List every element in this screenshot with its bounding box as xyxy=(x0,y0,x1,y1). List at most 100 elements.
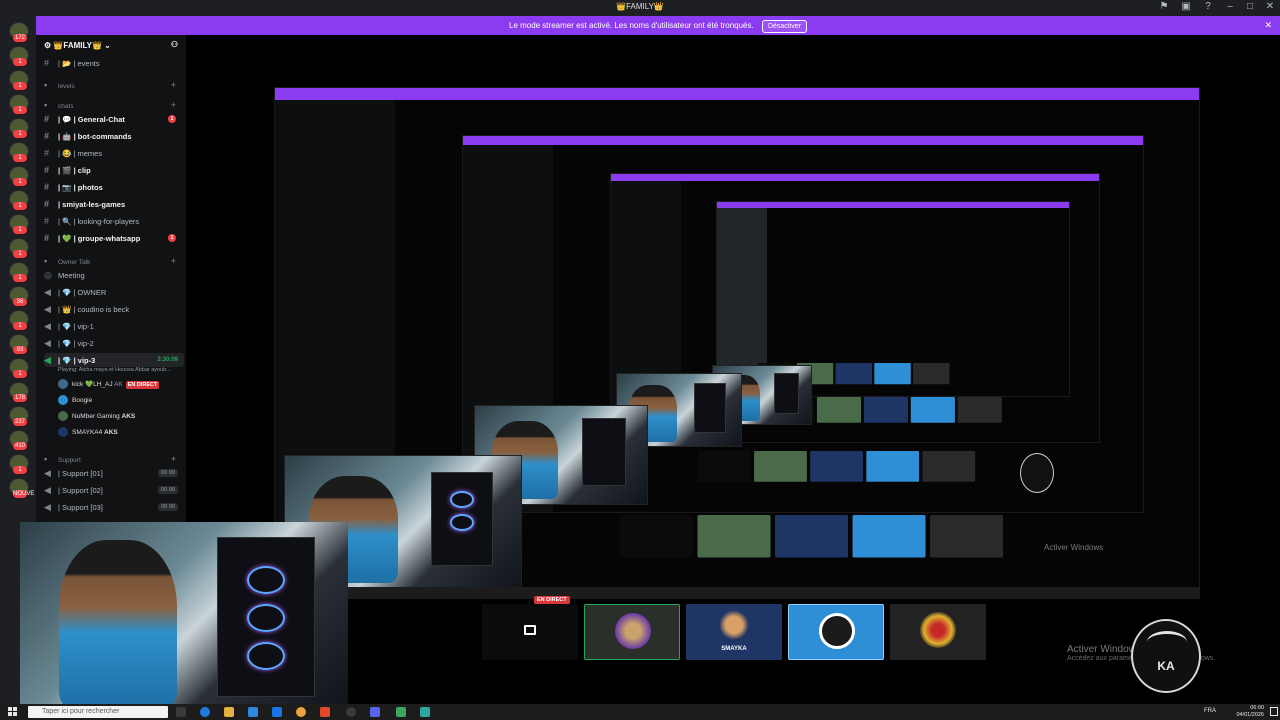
avatar xyxy=(58,411,68,422)
mention-badge: 1 xyxy=(168,234,176,242)
hash-icon: # xyxy=(44,216,50,226)
screen-icon[interactable]: ▣ xyxy=(1176,1,1196,12)
channel-smiyat-les-games[interactable]: # | smiyat-les-games xyxy=(44,197,184,211)
category-owner-talk[interactable]: ▪ Owner Talk + xyxy=(44,254,184,268)
voice-user-boogie[interactable]: Boogie xyxy=(58,394,178,408)
speaker-icon: ◀ xyxy=(44,338,51,348)
support-channel-02[interactable]: ◀ | Support [02] 00 99 xyxy=(44,483,184,497)
speaker-icon: ◀ xyxy=(44,304,51,314)
server-unread-badge: 1 xyxy=(13,250,27,258)
user-limit-pill: 00 99 xyxy=(158,469,178,477)
eagle-icon xyxy=(1147,631,1187,653)
channel-general-chat[interactable]: # | 💬 | General-Chat 1 xyxy=(44,112,184,126)
support-channel-01[interactable]: ◀ | Support [01] 00 99 xyxy=(44,466,184,480)
windows-start-icon[interactable] xyxy=(8,707,18,717)
voice-vip-2[interactable]: ◀ | 💎 | vip-2 xyxy=(44,336,184,350)
category-chats[interactable]: ▪ chats + xyxy=(44,98,184,112)
voice-user-kick[interactable]: kick 💚LH_AJ AK EN DIRECT xyxy=(58,378,178,392)
chrome-icon[interactable] xyxy=(296,707,306,717)
channel-meeting[interactable]: ◎ Meeting xyxy=(44,268,184,282)
user-limit-pill: 00 99 xyxy=(158,486,178,494)
avatar xyxy=(920,612,956,648)
close-icon[interactable]: ✕ xyxy=(1260,1,1280,12)
taskbar-search-input[interactable]: Taper ici pour rechercher xyxy=(28,706,168,718)
voice-user-number-gaming[interactable]: NuMber Gaming AKS xyxy=(58,410,178,424)
category-support[interactable]: ▪ Support + xyxy=(44,452,184,466)
taskbar-clock[interactable]: 06:00 04/01/2026 xyxy=(1236,705,1264,719)
add-channel-icon[interactable]: + xyxy=(171,78,176,92)
tile-avatar-number-gaming[interactable] xyxy=(584,604,680,660)
logo-text: KA xyxy=(1157,659,1175,673)
channel-groupe-whatsapp[interactable]: # | 💚 | groupe-whatsapp 1 xyxy=(44,231,184,245)
voice-vip-3[interactable]: ◀ | 💎 | vip-3 3:30:09 xyxy=(44,353,184,367)
nested-logo xyxy=(1020,453,1054,493)
app-icon[interactable] xyxy=(420,707,430,717)
folder-icon: ▪ xyxy=(44,100,48,110)
nested-banner xyxy=(717,202,1069,208)
banner-text: Le mode streamer est activé. Les noms d'… xyxy=(508,21,754,30)
channel-bot-commands[interactable]: # | 🤖 | bot-commands xyxy=(44,129,184,143)
channel-events[interactable]: # | 📂 | events xyxy=(44,56,184,70)
category-levels[interactable]: ▪ levels + xyxy=(44,78,184,92)
channel-memes[interactable]: # | 😂 | memes xyxy=(44,146,184,160)
chevron-down-icon: ⌄ xyxy=(104,41,111,50)
server-unread-badge: 1 xyxy=(13,178,27,186)
server-header[interactable]: ⚙ 👑FAMILY👑 ⌄ ⚇ xyxy=(36,35,186,57)
edge-icon[interactable] xyxy=(200,707,210,717)
add-member-icon[interactable]: ⚇ xyxy=(171,40,178,49)
server-unread-badge: NOUVE xyxy=(13,490,35,498)
file-explorer-icon[interactable] xyxy=(224,707,234,717)
disable-streamer-button[interactable]: Désactiver xyxy=(761,20,808,33)
add-channel-icon[interactable]: + xyxy=(171,254,176,268)
mail-icon[interactable] xyxy=(272,707,282,717)
excel-icon[interactable] xyxy=(396,707,406,717)
inbox-icon[interactable]: ⚑ xyxy=(1154,1,1174,12)
steam-icon[interactable] xyxy=(346,707,356,717)
voice-coudino[interactable]: ◀ | 👑 | coudino is beck xyxy=(44,302,184,316)
voice-owner[interactable]: ◀ | 💎 | OWNER xyxy=(44,285,184,299)
nested-banner xyxy=(275,88,1199,100)
brave-icon[interactable] xyxy=(320,707,330,717)
tile-screen-share[interactable]: EN DIRECT xyxy=(482,596,578,660)
server-unread-badge: 237 xyxy=(13,418,27,426)
folder-icon: ▪ xyxy=(44,256,48,266)
discord-icon[interactable] xyxy=(370,707,380,717)
voice-user-smayka[interactable]: SMAYKA4 AKS xyxy=(58,426,178,440)
tile-avatar-boogie[interactable] xyxy=(788,604,884,660)
banner-close-icon[interactable]: ✕ xyxy=(1264,16,1272,35)
channel-clip[interactable]: # | 🎬 | clip xyxy=(44,163,184,177)
store-icon[interactable] xyxy=(248,707,258,717)
minimize-icon[interactable]: – xyxy=(1220,1,1240,12)
hash-icon: # xyxy=(44,148,50,158)
streamer-mode-banner: Le mode streamer est activé. Les noms d'… xyxy=(36,16,1280,35)
window-titlebar: 👑FAMILY👑 ⚑ ▣ ? – □ ✕ xyxy=(0,0,1280,16)
voice-activity-status: Playing: Aicha maya et Houssa Abbar ayou… xyxy=(58,367,171,373)
help-icon[interactable]: ? xyxy=(1198,1,1218,12)
hash-icon: # xyxy=(44,58,50,68)
avatar xyxy=(58,379,68,390)
add-channel-icon[interactable]: + xyxy=(171,452,176,466)
server-unread-badge: 1 xyxy=(13,322,27,330)
window-title: 👑FAMILY👑 xyxy=(616,2,664,11)
channel-looking-for-players[interactable]: # | 🔍 | looking-for-players xyxy=(44,214,184,228)
gear-icon: ⚙ xyxy=(44,41,52,50)
task-view-icon[interactable] xyxy=(176,707,186,717)
notifications-icon[interactable] xyxy=(1270,707,1278,716)
tile-avatar-smayka[interactable]: SMAYKA xyxy=(686,604,782,660)
maximize-icon[interactable]: □ xyxy=(1240,1,1260,12)
channel-photos[interactable]: # | 📷 | photos xyxy=(44,180,184,194)
server-unread-badge: 1 xyxy=(13,82,27,90)
add-channel-icon[interactable]: + xyxy=(171,98,176,112)
hash-icon: # xyxy=(44,114,50,124)
avatar xyxy=(719,610,749,640)
avatar xyxy=(819,613,855,649)
server-unread-badge: 1 xyxy=(13,370,27,378)
support-channel-03[interactable]: ◀ | Support [03] 00 99 xyxy=(44,500,184,514)
server-unread-badge: 93 xyxy=(13,346,27,354)
voice-vip-1[interactable]: ◀ | 💎 | vip-1 xyxy=(44,319,184,333)
server-unread-badge: 172 xyxy=(13,34,27,42)
nested-taskbar xyxy=(296,587,1200,599)
language-indicator[interactable]: FRA xyxy=(1204,708,1216,714)
tile-avatar-gamer[interactable] xyxy=(890,604,986,660)
speaker-icon: ◀ xyxy=(44,321,51,331)
